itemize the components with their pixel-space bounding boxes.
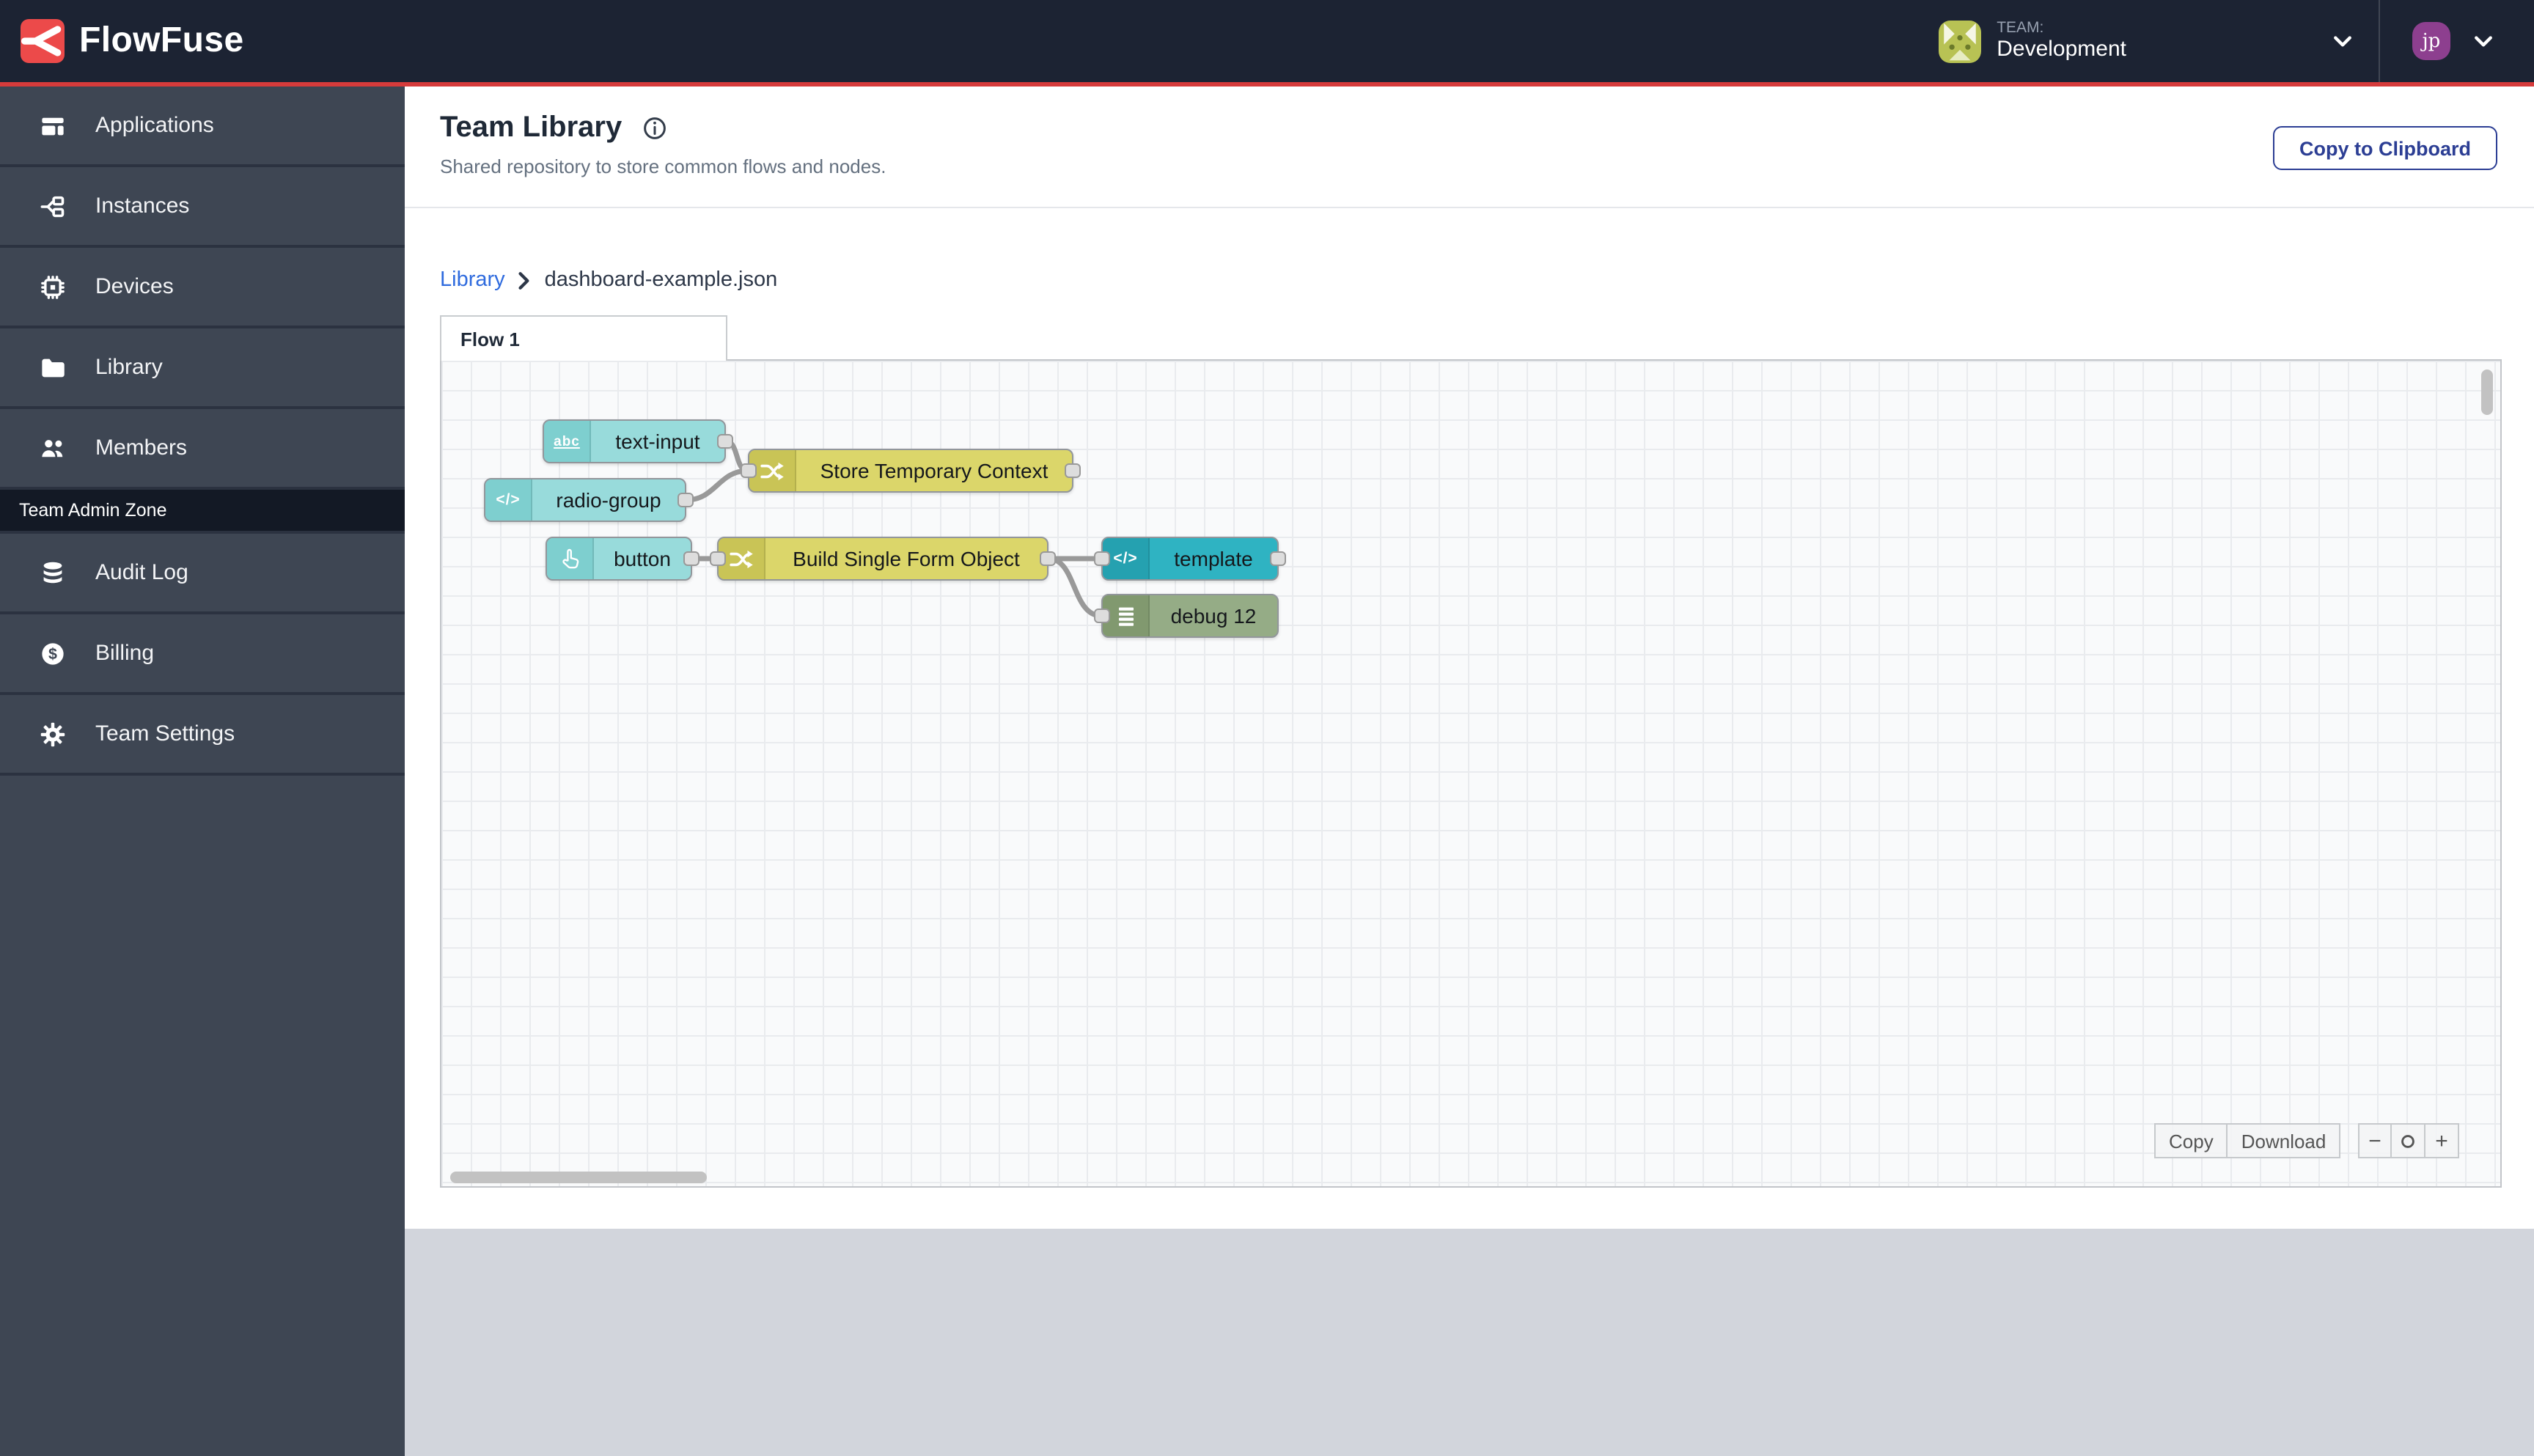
port-input <box>1094 551 1110 566</box>
pointer-hand-icon <box>547 538 594 579</box>
abc-icon: abc <box>544 421 591 462</box>
node-label: text-input <box>615 430 700 453</box>
team-switcher[interactable]: TEAM: Development <box>1917 0 2373 82</box>
flow-canvas[interactable]: abc text-input </> radio-group Store Tem… <box>440 359 2502 1188</box>
top-header: FlowFuse TEAM: Development jp <box>0 0 2534 87</box>
flow-node-text-input[interactable]: abc text-input <box>543 419 733 463</box>
sidebar-item-label: Devices <box>95 274 174 299</box>
node-label: Store Temporary Context <box>820 459 1049 482</box>
page-subtitle: Shared repository to store common flows … <box>440 155 886 177</box>
sidebar-item-audit-log[interactable]: Audit Log <box>0 534 405 614</box>
database-icon <box>40 559 66 586</box>
port-input <box>710 551 726 566</box>
sidebar-item-label: Instances <box>95 194 190 218</box>
flow-node-debug-12[interactable]: debug 12 <box>1094 594 1279 638</box>
wire <box>1046 556 1104 619</box>
team-avatar <box>1938 20 1981 62</box>
chip-icon <box>40 273 66 300</box>
port-output <box>677 493 694 507</box>
port-input <box>1094 608 1110 623</box>
chevron-down-icon <box>2474 34 2493 48</box>
users-icon <box>40 435 66 461</box>
sidebar-item-applications[interactable]: Applications <box>0 87 405 167</box>
folder-icon <box>40 354 66 380</box>
sidebar-item-label: Applications <box>95 113 214 138</box>
sidebar-item-label: Team Settings <box>95 721 235 746</box>
zoom-out-button[interactable]: − <box>2358 1123 2392 1158</box>
port-output <box>1040 551 1056 566</box>
gear-icon <box>40 721 66 747</box>
brand-name: FlowFuse <box>79 21 244 60</box>
applications-icon <box>40 112 66 139</box>
node-label: Build Single Form Object <box>793 547 1020 570</box>
sidebar-item-instances[interactable]: Instances <box>0 167 405 248</box>
team-admin-zone-label: Team Admin Zone <box>0 490 405 534</box>
canvas-copy-button[interactable]: Copy <box>2154 1123 2228 1158</box>
main-content: Team Library Shared repository to store … <box>405 87 2534 1456</box>
breadcrumb-current-file: dashboard-example.json <box>544 268 778 292</box>
flow-node-build-single-form-object[interactable]: Build Single Form Object <box>710 537 1056 581</box>
canvas-actions: Copy Download <box>2154 1123 2341 1158</box>
sidebar-item-label: Members <box>95 435 188 460</box>
sidebar-item-devices[interactable]: Devices <box>0 248 405 328</box>
svg-text:$: $ <box>48 644 57 662</box>
info-icon[interactable] <box>642 116 667 141</box>
flowfuse-logo[interactable]: FlowFuse <box>0 19 244 63</box>
copy-to-clipboard-button[interactable]: Copy to Clipboard <box>2273 126 2497 170</box>
breadcrumb: Library dashboard-example.json <box>440 268 777 292</box>
zoom-reset-button[interactable] <box>2392 1123 2425 1158</box>
page-title: Team Library <box>440 111 623 144</box>
sidebar-item-team-settings[interactable]: Team Settings <box>0 695 405 776</box>
flow-node-button[interactable]: button <box>546 537 699 581</box>
zoom-controls: − + <box>2358 1123 2459 1158</box>
canvas-download-button[interactable]: Download <box>2228 1123 2341 1158</box>
sidebar-item-label: Audit Log <box>95 560 188 585</box>
sidebar-item-members[interactable]: Members <box>0 409 405 490</box>
zoom-in-button[interactable]: + <box>2425 1123 2459 1158</box>
port-input <box>741 463 757 478</box>
node-label: button <box>614 547 671 570</box>
port-output <box>717 434 733 449</box>
circle-icon <box>2401 1134 2414 1147</box>
sidebar: Applications Instances Devices Library M… <box>0 87 405 1456</box>
node-label: template <box>1174 547 1253 570</box>
port-output <box>683 551 699 566</box>
chevron-right-icon <box>518 271 532 290</box>
code-icon: </> <box>485 479 532 521</box>
tab-flow-1[interactable]: Flow 1 <box>440 315 727 361</box>
port-output <box>1270 551 1286 566</box>
dollar-circle-icon: $ <box>40 640 66 666</box>
team-name: Development <box>1997 37 2126 62</box>
page-footer-area <box>405 1229 2534 1456</box>
header-right: TEAM: Development jp <box>1917 0 2534 82</box>
node-label: radio-group <box>556 488 661 512</box>
sidebar-item-label: Library <box>95 355 163 380</box>
horizontal-scrollbar[interactable] <box>450 1172 707 1183</box>
flowfuse-logo-icon <box>21 19 65 63</box>
port-output <box>1065 463 1081 478</box>
user-avatar: jp <box>2412 22 2450 60</box>
flow-node-radio-group[interactable]: </> radio-group <box>484 478 694 522</box>
instances-icon <box>40 193 66 219</box>
flow-node-store-temporary-context[interactable]: Store Temporary Context <box>741 449 1081 493</box>
wire <box>683 468 751 503</box>
header-divider <box>2379 0 2380 82</box>
vertical-scrollbar[interactable] <box>2481 369 2493 415</box>
sidebar-item-billing[interactable]: $ Billing <box>0 614 405 695</box>
sidebar-item-library[interactable]: Library <box>0 328 405 409</box>
chevron-down-icon <box>2333 34 2352 48</box>
page-header: Team Library Shared repository to store … <box>405 87 2534 208</box>
team-label: TEAM: <box>1997 19 2044 37</box>
app: FlowFuse TEAM: Development jp Applicatio… <box>0 0 2534 1456</box>
sidebar-item-label: Billing <box>95 641 155 666</box>
node-label: debug 12 <box>1170 604 1257 628</box>
user-menu[interactable]: jp <box>2386 22 2508 60</box>
breadcrumb-library-link[interactable]: Library <box>440 268 505 292</box>
flow-node-template[interactable]: </> template <box>1094 537 1286 581</box>
